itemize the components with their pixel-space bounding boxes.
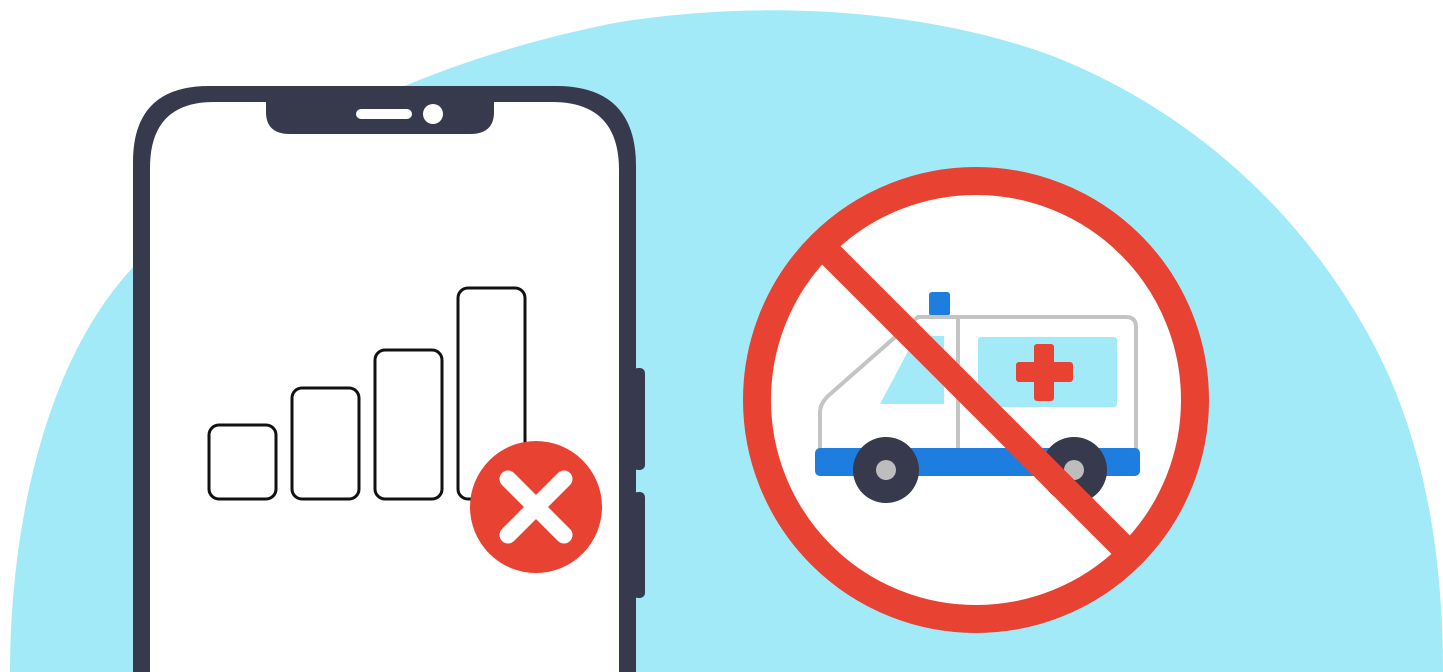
siren: [929, 292, 950, 316]
signal-bar: [373, 348, 444, 501]
illustration-canvas: [0, 0, 1443, 672]
signal-bar: [207, 423, 278, 501]
no-ambulance-sign: [743, 167, 1209, 633]
illustration: [0, 0, 1443, 672]
signal-bar: [290, 386, 361, 501]
phone-speaker: [356, 109, 412, 119]
phone-camera: [423, 104, 443, 124]
phone: [133, 86, 645, 672]
wheel: [853, 437, 919, 503]
no-signal-badge: [470, 441, 602, 573]
